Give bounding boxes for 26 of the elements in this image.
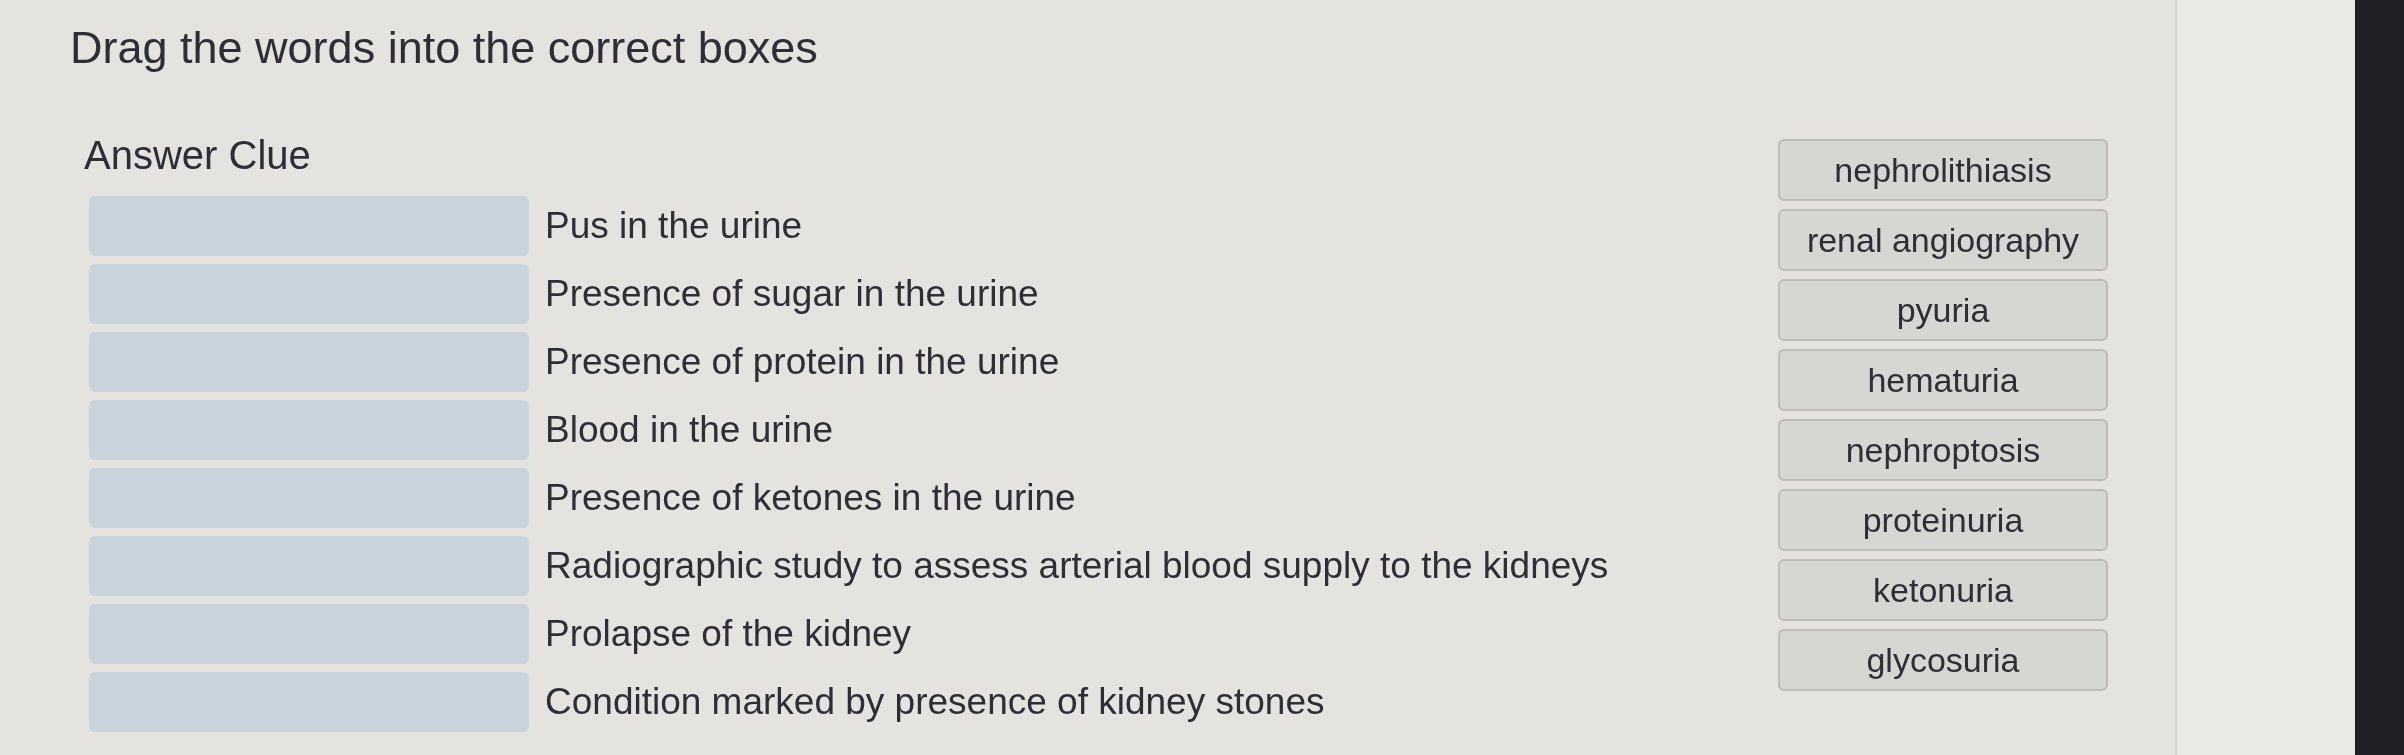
answer-box[interactable]	[89, 400, 529, 460]
instruction-title: Drag the words into the correct boxes	[70, 21, 819, 75]
clue-text: Blood in the urine	[545, 408, 833, 452]
clue-text: Presence of ketones in the urine	[545, 476, 1076, 520]
answer-box[interactable]	[89, 468, 529, 528]
answer-box[interactable]	[89, 332, 529, 392]
column-header: Answer Clue	[84, 132, 311, 179]
word-tile[interactable]: nephroptosis	[1778, 419, 2108, 481]
answer-box[interactable]	[89, 264, 529, 324]
clue-text: Presence of protein in the urine	[545, 340, 1060, 384]
clue-text: Radiographic study to assess arterial blood supply to the kidneys	[545, 544, 1609, 588]
clue-text: Prolapse of the kidney	[545, 612, 912, 656]
word-tile[interactable]: proteinuria	[1778, 489, 2108, 551]
clue-text: Condition marked by presence of kidney stones	[545, 680, 1325, 724]
answer-box[interactable]	[89, 196, 529, 256]
answer-box[interactable]	[89, 536, 529, 596]
answer-box[interactable]	[89, 672, 529, 732]
word-tile[interactable]: glycosuria	[1778, 629, 2108, 691]
word-tile[interactable]: hematuria	[1778, 349, 2108, 411]
clue-text: Pus in the urine	[545, 204, 803, 248]
clue-text: Presence of sugar in the urine	[545, 272, 1039, 316]
answer-box[interactable]	[89, 604, 529, 664]
word-tile[interactable]: pyuria	[1778, 279, 2108, 341]
word-tile[interactable]: ketonuria	[1778, 559, 2108, 621]
word-tile[interactable]: renal angiography	[1778, 209, 2108, 271]
word-tile[interactable]: nephrolithiasis	[1778, 139, 2108, 201]
